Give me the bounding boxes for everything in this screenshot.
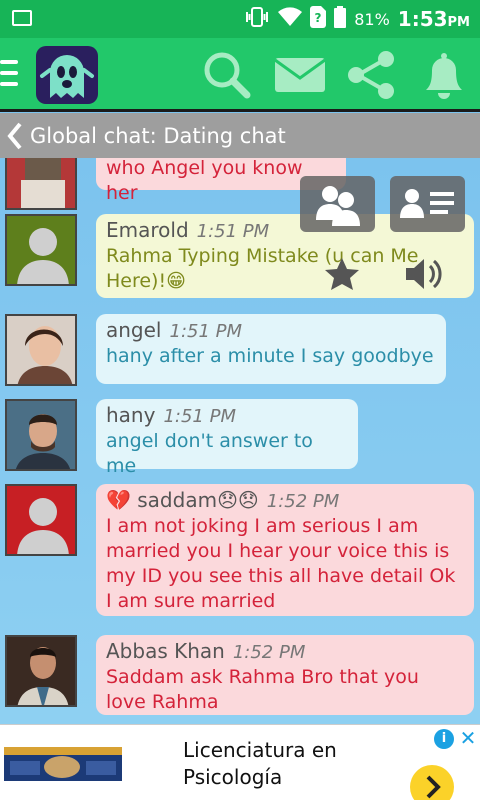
app-bar bbox=[0, 38, 480, 112]
ad-line-2: Psicología bbox=[183, 765, 283, 789]
message-bubble: Abbas Khan 1:52 PM Saddam ask Rahma Bro t… bbox=[96, 635, 474, 715]
chevron-right-icon[interactable] bbox=[410, 765, 454, 800]
clock-ampm: PM bbox=[447, 15, 470, 30]
clock-time: 1:53 bbox=[397, 7, 448, 31]
message-sender: angel bbox=[106, 318, 162, 342]
chat-messages[interactable]: who Angel you know her Emarold 1:51 PM Ra… bbox=[0, 158, 480, 724]
bell-icon[interactable] bbox=[416, 50, 472, 100]
info-icon[interactable]: i bbox=[434, 729, 454, 749]
message-sender: Emarold bbox=[106, 218, 189, 242]
message-text: I am not joking I am serious I am marrie… bbox=[106, 515, 456, 612]
avatar[interactable] bbox=[5, 158, 77, 210]
users-icon[interactable] bbox=[300, 176, 375, 232]
menu-icon[interactable] bbox=[0, 60, 18, 86]
message-bubble: hany 1:51 PM angel don't answer to me bbox=[96, 399, 358, 477]
avatar[interactable] bbox=[5, 314, 77, 386]
message-bubble: 💔 saddam😞😞 1:52 PM I am not joking I am s… bbox=[96, 484, 474, 616]
chat-title: Global chat: Dating chat bbox=[30, 123, 286, 148]
close-icon[interactable]: ✕ bbox=[458, 727, 478, 749]
contact-card-icon[interactable] bbox=[390, 176, 465, 232]
battery-icon bbox=[334, 6, 347, 32]
clock: 1:53PM bbox=[398, 7, 470, 31]
message-sender: Abbas Khan bbox=[106, 639, 225, 663]
message-time: 1:52 PM bbox=[232, 642, 306, 663]
mail-icon[interactable] bbox=[272, 50, 328, 100]
message-time: 1:51 PM bbox=[169, 321, 243, 342]
volume-icon[interactable] bbox=[402, 254, 446, 294]
status-bar-right: ? 81% 1:53PM bbox=[244, 0, 470, 38]
avatar[interactable] bbox=[5, 635, 77, 707]
message-sender: 💔 saddam😞😞 bbox=[106, 488, 259, 512]
avatar[interactable] bbox=[5, 399, 77, 471]
message-text: Saddam ask Rahma Bro that you love Rahma bbox=[106, 666, 419, 713]
gallery-notification-icon bbox=[12, 10, 32, 26]
share-icon[interactable] bbox=[344, 50, 400, 100]
status-bar: ? 81% 1:53PM bbox=[0, 0, 480, 38]
battery-percent: 81% bbox=[354, 9, 390, 29]
avatar[interactable] bbox=[5, 214, 77, 286]
ghost-icon[interactable] bbox=[36, 46, 98, 104]
avatar[interactable] bbox=[5, 484, 77, 556]
star-icon[interactable] bbox=[322, 256, 362, 292]
message-time: 1:52 PM bbox=[266, 491, 340, 512]
chat-header: Global chat: Dating chat bbox=[0, 113, 480, 158]
message-text: hany after a minute I say goodbye bbox=[106, 345, 434, 367]
ad-banner[interactable]: Licenciatura en Psicología i ✕ bbox=[0, 724, 480, 800]
search-icon[interactable] bbox=[200, 50, 256, 100]
vibrate-icon bbox=[244, 7, 270, 31]
message-time: 1:51 PM bbox=[163, 406, 236, 427]
ad-image[interactable] bbox=[4, 747, 122, 781]
message-bubble: angel 1:51 PM hany after a minute I say g… bbox=[96, 314, 446, 384]
message-sender: hany bbox=[106, 403, 156, 427]
message-text: angel don't answer to me bbox=[106, 430, 313, 477]
message-time: 1:51 PM bbox=[196, 221, 270, 242]
ad-line-1: Licenciatura en bbox=[183, 738, 337, 762]
back-chevron-icon[interactable] bbox=[0, 113, 30, 158]
ad-text[interactable]: Licenciatura en Psicología bbox=[183, 737, 337, 791]
wifi-icon bbox=[278, 7, 303, 31]
svg-text:?: ? bbox=[315, 11, 322, 25]
sim-unknown-icon: ? bbox=[310, 6, 327, 32]
